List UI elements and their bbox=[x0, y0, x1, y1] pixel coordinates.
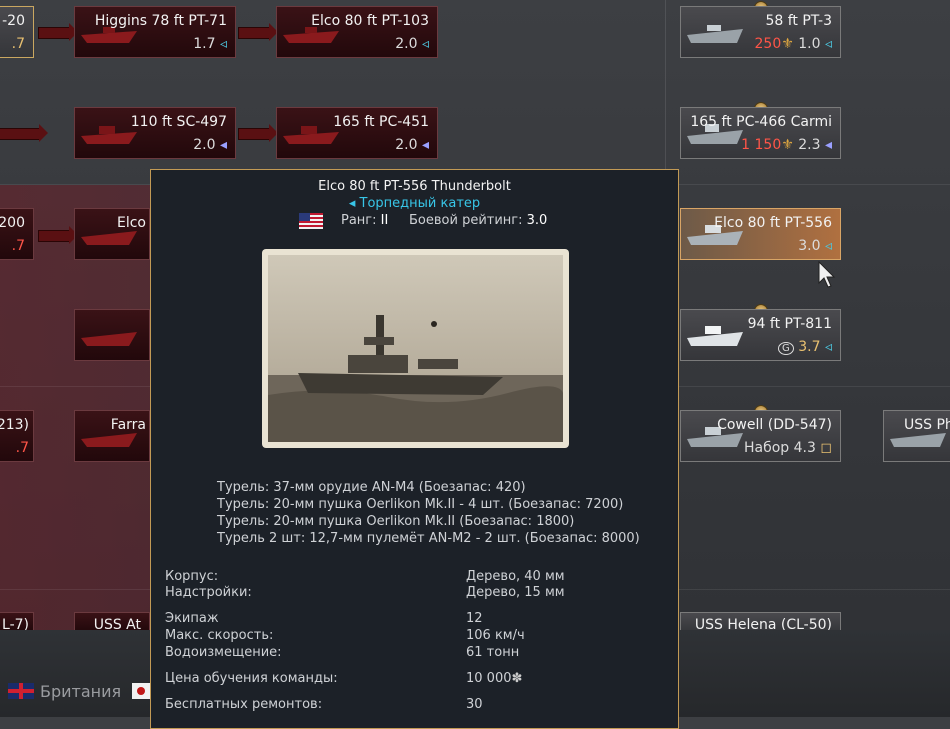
research-arrow bbox=[0, 124, 48, 142]
vehicle-name: USS Ph bbox=[904, 417, 950, 433]
boat-icon bbox=[283, 126, 339, 144]
stat-label: Экипаж bbox=[165, 611, 219, 626]
boat-icon bbox=[687, 25, 743, 43]
turret-line: Турель: 37-мм орудие AN-M4 (Боезапас: 42… bbox=[217, 480, 526, 495]
vehicle-name: 110 ft SC-497 bbox=[130, 114, 227, 130]
vehicle-card[interactable]: 165 ft PC-466 Carmi 1 150⚜ 2.3 ◂ bbox=[680, 107, 841, 159]
battle-rating: .7 bbox=[11, 238, 25, 254]
usa-flag-icon bbox=[299, 213, 323, 229]
vehicle-card[interactable]: Elco bbox=[74, 208, 150, 260]
vehicle-name: Higgins 78 ft PT-71 bbox=[94, 13, 227, 29]
stat-value: 12 bbox=[466, 611, 483, 626]
stat-label: Макс. скорость: bbox=[165, 628, 274, 643]
vehicle-card[interactable]: L-7) bbox=[0, 612, 34, 632]
battle-rating: .7 bbox=[15, 440, 29, 456]
research-arrow bbox=[38, 226, 78, 244]
vehicle-card[interactable]: -200 .7 bbox=[0, 208, 34, 260]
boat-icon bbox=[81, 332, 137, 346]
vehicle-name: 58 ft PT-3 bbox=[765, 13, 832, 29]
stat-value: 30 bbox=[466, 697, 483, 712]
battle-rating: 250⚜ 1.0 ◃ bbox=[754, 36, 833, 52]
vehicle-name: 165 ft PC-466 Carmi bbox=[690, 114, 832, 130]
stat-label: Водоизмещение: bbox=[165, 645, 282, 660]
vehicle-name: -20 bbox=[2, 13, 25, 29]
vehicle-card[interactable]: 165 ft PC-451 2.0 ◂ bbox=[276, 107, 438, 159]
vehicle-card[interactable] bbox=[74, 309, 150, 361]
vehicle-name: 213) bbox=[0, 417, 29, 433]
battle-rating: 2.0 ◃ bbox=[395, 36, 429, 52]
vehicle-card[interactable]: 213) .7 bbox=[0, 410, 34, 462]
turret-line: Турель: 20-мм пушка Oerlikon Mk.II - 4 ш… bbox=[217, 497, 624, 512]
japan-flag-icon[interactable] bbox=[132, 683, 150, 699]
battle-rating: 2.0 ◂ bbox=[395, 137, 429, 153]
tooltip-title: Elco 80 ft PT-556 Thunderbolt bbox=[318, 179, 511, 194]
vehicle-card[interactable]: Cowell (DD-547) Набор 4.3 ◻ bbox=[680, 410, 841, 462]
vehicle-card[interactable]: 58 ft PT-3 250⚜ 1.0 ◃ bbox=[680, 6, 841, 58]
vehicle-card[interactable]: Elco 80 ft PT-103 2.0 ◃ bbox=[276, 6, 438, 58]
stat-label: Бесплатных ремонтов: bbox=[165, 697, 323, 712]
research-arrow bbox=[38, 23, 78, 41]
nation-tab-britain[interactable]: Британия bbox=[40, 682, 121, 701]
vehicle-card-selected[interactable]: Elco 80 ft PT-556 3.0 ◃ bbox=[680, 208, 841, 260]
vehicle-name: -200 bbox=[0, 215, 25, 231]
battle-rating: 1 150⚜ 2.3 ◂ bbox=[741, 137, 832, 153]
stat-label: Надстройки: bbox=[165, 585, 252, 600]
uk-flag-icon bbox=[8, 683, 34, 699]
stat-label: Цена обучения команды: bbox=[165, 671, 338, 686]
vehicle-card[interactable]: 110 ft SC-497 2.0 ◂ bbox=[74, 107, 236, 159]
battle-rating: .7 bbox=[11, 36, 25, 52]
turret-line: Турель 2 шт: 12,7-мм пулемёт AN-M2 - 2 ш… bbox=[217, 531, 640, 546]
vehicle-name: 94 ft PT-811 bbox=[747, 316, 832, 332]
vehicle-name: Elco 80 ft PT-103 bbox=[311, 13, 429, 29]
mouse-cursor-icon bbox=[818, 261, 836, 288]
vehicle-card[interactable]: Higgins 78 ft PT-71 1.7 ◃ bbox=[74, 6, 236, 58]
stat-value: 10 000✽ bbox=[466, 671, 523, 686]
rank-info: Ранг: II Боевой рейтинг: 3.0 bbox=[341, 213, 548, 228]
vehicle-card[interactable]: USS At bbox=[74, 612, 150, 632]
crew-exp-icon: ✽ bbox=[511, 671, 523, 686]
stat-label: Корпус: bbox=[165, 569, 219, 584]
vehicle-name: Elco 80 ft PT-556 bbox=[714, 215, 832, 231]
vehicle-card[interactable]: Farra bbox=[74, 410, 150, 462]
vehicle-card[interactable]: -20 .7 bbox=[0, 6, 34, 58]
vehicle-name: Farra bbox=[110, 417, 146, 433]
vehicle-tooltip: Elco 80 ft PT-556 Thunderbolt ◂ Торпедны… bbox=[150, 169, 679, 729]
vehicle-card[interactable]: USS Helena (CL-50) bbox=[680, 612, 841, 632]
stat-value: 61 тонн bbox=[466, 645, 520, 660]
vehicle-card[interactable]: USS Ph bbox=[883, 410, 950, 462]
research-arrow bbox=[238, 23, 278, 41]
battle-rating: 1.7 ◃ bbox=[193, 36, 227, 52]
battle-rating: Набор 4.3 ◻ bbox=[744, 440, 832, 456]
vehicle-name: Cowell (DD-547) bbox=[717, 417, 832, 433]
stat-value: 106 км/ч bbox=[466, 628, 525, 643]
vehicle-name: Elco bbox=[117, 215, 146, 231]
battle-rating: 2.0 ◂ bbox=[193, 137, 227, 153]
boat-photo-image bbox=[268, 255, 563, 442]
stat-value: Дерево, 40 мм bbox=[466, 569, 565, 584]
tooltip-vehicle-class: ◂ Торпедный катер bbox=[348, 196, 481, 211]
turret-line: Турель: 20-мм пушка Oerlikon Mk.II (Боез… bbox=[217, 514, 575, 529]
battle-rating: G 3.7 ◃ bbox=[778, 339, 832, 355]
battle-rating: 3.0 ◃ bbox=[798, 238, 832, 254]
research-arrow bbox=[238, 124, 278, 142]
vehicle-name: 165 ft PC-451 bbox=[333, 114, 429, 130]
stat-value: Дерево, 15 мм bbox=[466, 585, 565, 600]
vehicle-photo bbox=[262, 249, 569, 448]
vehicle-card[interactable]: 94 ft PT-811 G 3.7 ◃ bbox=[680, 309, 841, 361]
boat-icon bbox=[687, 326, 743, 346]
